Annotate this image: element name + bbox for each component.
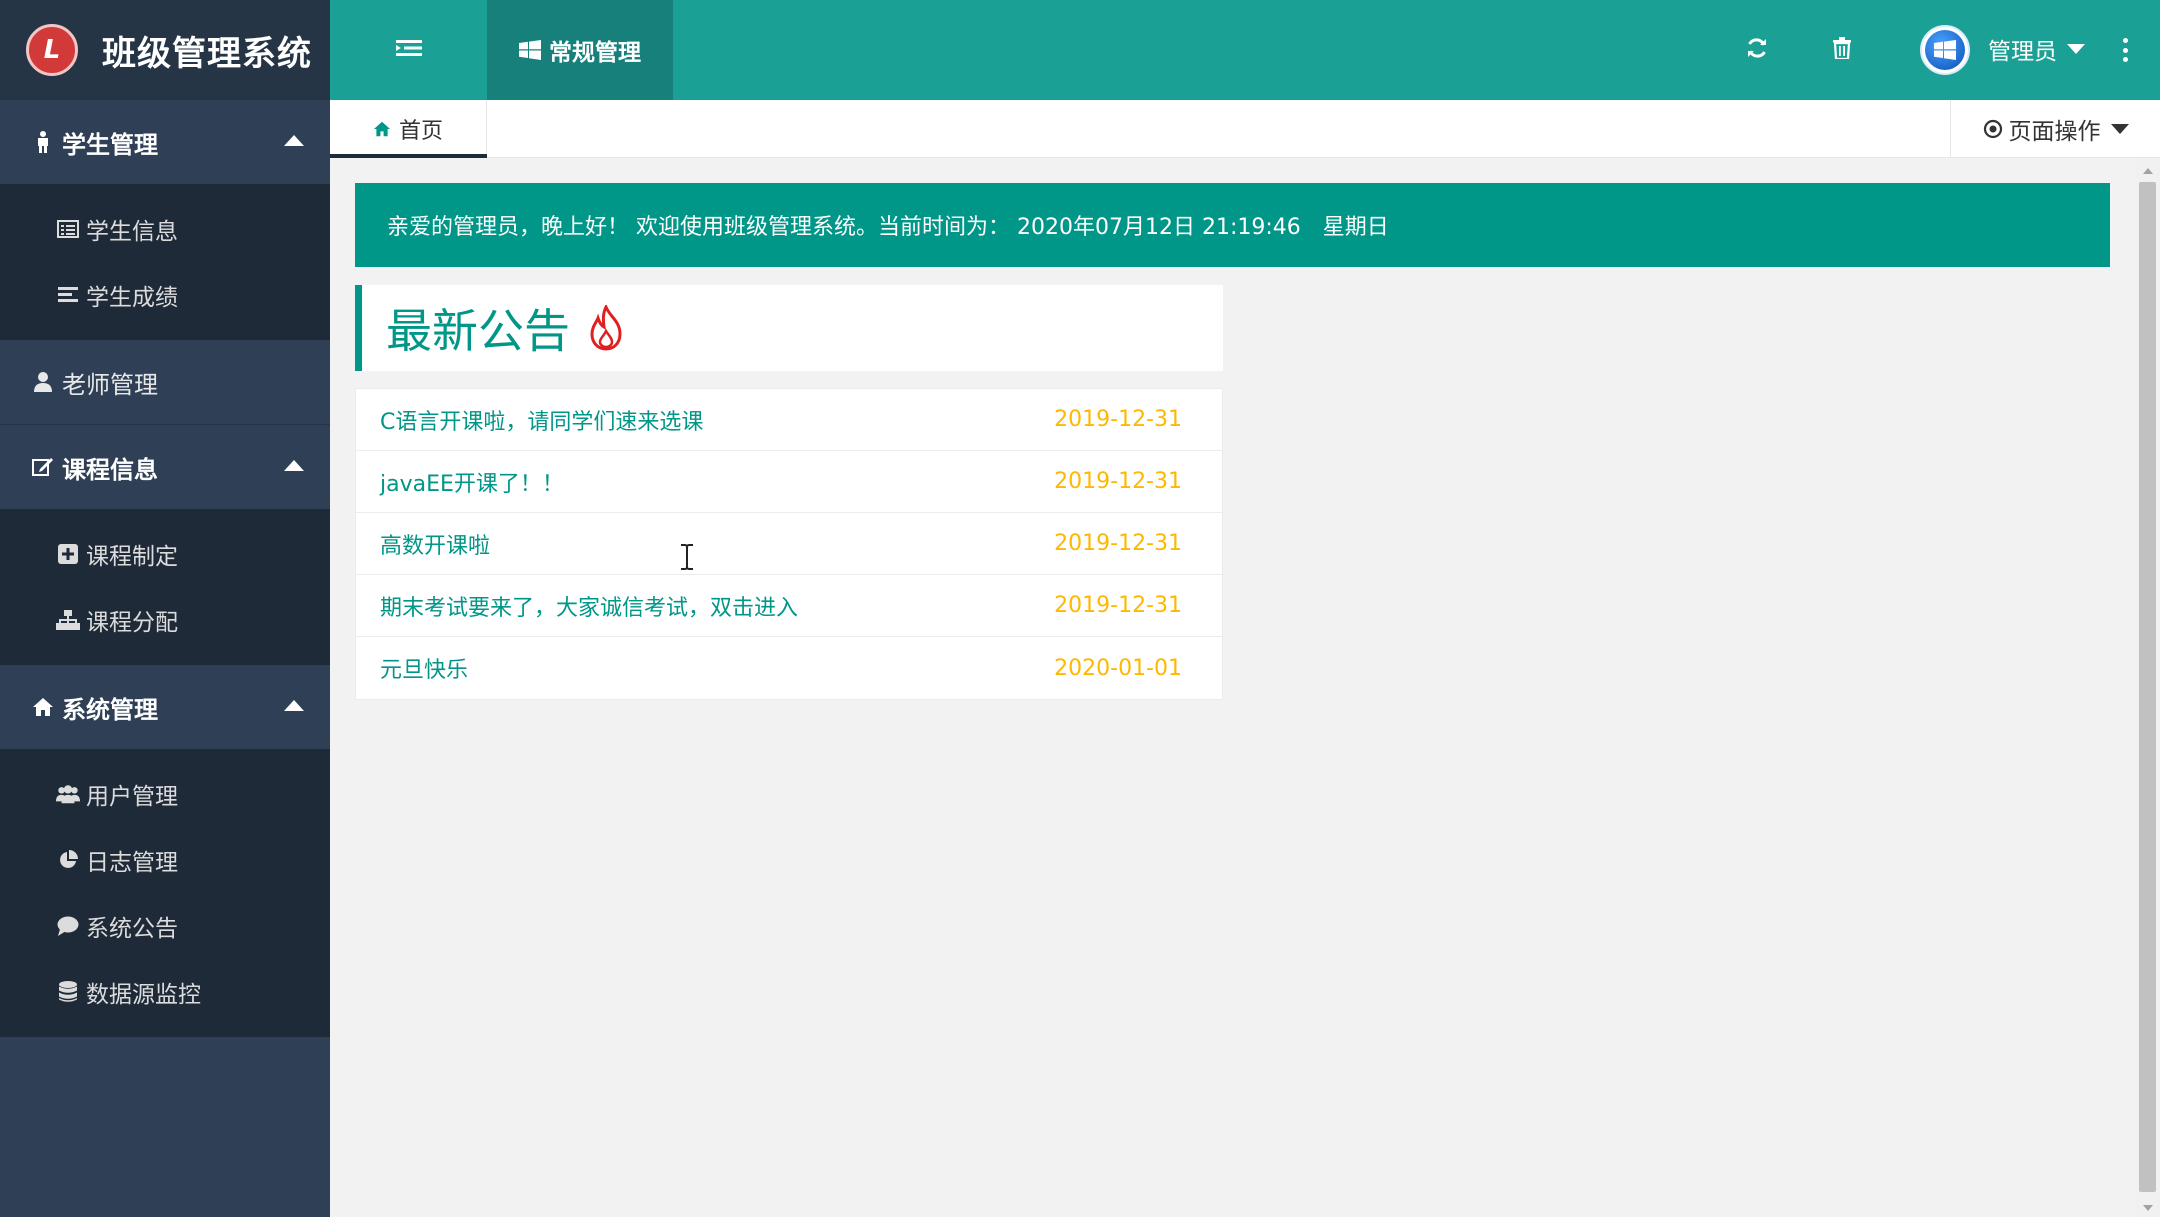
indent-icon <box>395 38 422 62</box>
notice-header: 最新公告 <box>355 285 1223 371</box>
notice-item-date: 2020-01-01 <box>1054 655 1182 681</box>
notice-item-title[interactable]: C语言开课啦，请同学们速来选课 <box>380 404 703 436</box>
top-tab-label: 常规管理 <box>549 40 641 66</box>
sidebar-item-label: 课程制定 <box>86 544 178 570</box>
home-icon <box>373 121 391 137</box>
sidebar-submenu-system: 用户管理 日志管理 系统公告 数据源监控 <box>0 749 330 1037</box>
notice-item[interactable]: 期末考试要来了，大家诚信考试，双击进入 2019-12-31 <box>356 575 1222 637</box>
clear-cache-button[interactable] <box>1828 36 1856 64</box>
avatar-image <box>1925 30 1965 70</box>
notice-item-title[interactable]: 元旦快乐 <box>380 652 468 684</box>
dot-circle-icon <box>1983 119 2003 139</box>
sidebar-group-teacher[interactable]: 老师管理 <box>0 340 330 424</box>
sidebar-group-course[interactable]: 课程信息 <box>0 425 330 509</box>
windows-icon <box>519 40 541 60</box>
sidebar-submenu-student: 学生信息 学生成绩 <box>0 184 330 340</box>
sitemap-icon <box>56 610 80 630</box>
logo-area[interactable]: L 班级管理系统 <box>0 0 330 100</box>
sidebar-group-student[interactable]: 学生管理 <box>0 100 330 184</box>
database-icon <box>56 981 80 1003</box>
notice-item[interactable]: 高数开课啦 2019-12-31 <box>356 513 1222 575</box>
sidebar-group-label: 老师管理 <box>62 370 158 399</box>
notice-item-date: 2019-12-31 <box>1054 407 1182 432</box>
menu-toggle-button[interactable] <box>330 0 487 100</box>
sidebar-group-label: 学生管理 <box>62 130 158 159</box>
fire-icon <box>586 305 626 351</box>
welcome-text: 亲爱的管理员，晚上好！ 欢迎使用班级管理系统。当前时间为： 2020年07月12… <box>387 215 1389 240</box>
sidebar-group-label: 系统管理 <box>62 695 158 724</box>
list-alt-icon <box>56 220 80 238</box>
sidebar-item-label: 系统公告 <box>86 916 178 942</box>
pie-chart-icon <box>56 850 80 870</box>
users-icon <box>56 784 80 804</box>
comment-icon <box>56 916 80 936</box>
sidebar-group-system[interactable]: 系统管理 <box>0 665 330 749</box>
notice-item[interactable]: javaEE开课了！！ 2019-12-31 <box>356 451 1222 513</box>
sidebar-item-course-assign[interactable]: 课程分配 <box>0 587 330 653</box>
caret-up-icon <box>284 460 304 471</box>
sidebar-item-label: 学生信息 <box>86 219 178 245</box>
sidebar-item-student-info[interactable]: 学生信息 <box>0 196 330 262</box>
refresh-button[interactable] <box>1743 36 1771 64</box>
sidebar-item-user-manage[interactable]: 用户管理 <box>0 761 330 827</box>
tab-home[interactable]: 首页 <box>330 100 487 158</box>
sidebar-group-label: 课程信息 <box>62 455 158 484</box>
page-operations-label: 页面操作 <box>2008 119 2101 145</box>
user-avatar[interactable] <box>1920 25 1970 75</box>
notice-item-title[interactable]: 期末考试要来了，大家诚信考试，双击进入 <box>380 590 798 622</box>
sidebar-item-datasource-monitor[interactable]: 数据源监控 <box>0 959 330 1025</box>
caret-up-icon <box>284 700 304 711</box>
sidebar-item-log-manage[interactable]: 日志管理 <box>0 827 330 893</box>
sidebar-item-course-create[interactable]: 课程制定 <box>0 521 330 587</box>
notice-item[interactable]: C语言开课啦，请同学们速来选课 2019-12-31 <box>356 389 1222 451</box>
notice-item-date: 2019-12-31 <box>1054 531 1182 556</box>
more-options-button[interactable] <box>2122 38 2128 62</box>
sidebar-item-system-notice[interactable]: 系统公告 <box>0 893 330 959</box>
ellipsis-vertical-icon <box>2122 38 2128 43</box>
plus-square-icon <box>56 544 80 564</box>
user-name-label: 管理员 <box>1988 39 2057 65</box>
male-icon <box>32 131 54 153</box>
logo-icon: L <box>26 24 78 76</box>
user-menu-dropdown[interactable]: 管理员 <box>1988 32 2085 66</box>
text-cursor-icon <box>679 544 695 570</box>
notice-item-title[interactable]: 高数开课啦 <box>380 528 490 560</box>
app-title: 班级管理系统 <box>102 33 312 74</box>
refresh-icon <box>1746 37 1768 63</box>
active-tab-indicator <box>330 154 487 158</box>
edit-icon <box>32 457 54 477</box>
notice-item-date: 2019-12-31 <box>1054 593 1182 618</box>
scroll-up-arrow-icon[interactable] <box>2143 168 2153 174</box>
sidebar-item-student-score[interactable]: 学生成绩 <box>0 262 330 328</box>
sidebar-item-label: 用户管理 <box>86 784 178 810</box>
user-icon <box>32 372 54 392</box>
page-operations-dropdown[interactable]: 页面操作 <box>1950 100 2160 158</box>
trash-icon <box>1832 37 1852 63</box>
scroll-down-arrow-icon[interactable] <box>2143 1205 2153 1211</box>
sidebar: L 班级管理系统 学生管理 学生信息 学生成绩 老师管理 课程信息 课程制定 课… <box>0 0 330 1217</box>
sidebar-item-label: 课程分配 <box>86 610 178 636</box>
sidebar-item-label: 日志管理 <box>86 850 178 876</box>
caret-down-icon <box>2110 124 2129 134</box>
page-tab-bar: 首页 页面操作 <box>330 100 2160 158</box>
top-tab-routine[interactable]: 常规管理 <box>487 0 673 100</box>
caret-up-icon <box>284 135 304 146</box>
vertical-scrollbar[interactable] <box>2135 158 2160 1217</box>
sidebar-item-label: 数据源监控 <box>86 982 201 1008</box>
scroll-thumb[interactable] <box>2139 182 2156 1192</box>
align-left-icon <box>56 286 80 304</box>
notice-list: C语言开课啦，请同学们速来选课 2019-12-31 javaEE开课了！！ 2… <box>355 388 1223 700</box>
home-icon <box>32 697 54 717</box>
notice-item-date: 2019-12-31 <box>1054 469 1182 494</box>
notice-item[interactable]: 元旦快乐 2020-01-01 <box>356 637 1222 699</box>
top-header: 常规管理 管理员 <box>330 0 2160 100</box>
tab-home-label: 首页 <box>398 119 443 144</box>
notice-item-title[interactable]: javaEE开课了！！ <box>380 466 564 498</box>
welcome-banner: 亲爱的管理员，晚上好！ 欢迎使用班级管理系统。当前时间为： 2020年07月12… <box>355 183 2110 267</box>
sidebar-submenu-course: 课程制定 课程分配 <box>0 509 330 665</box>
sidebar-item-label: 学生成绩 <box>86 285 178 311</box>
caret-down-icon <box>2067 44 2085 54</box>
notice-title: 最新公告 <box>386 304 570 358</box>
